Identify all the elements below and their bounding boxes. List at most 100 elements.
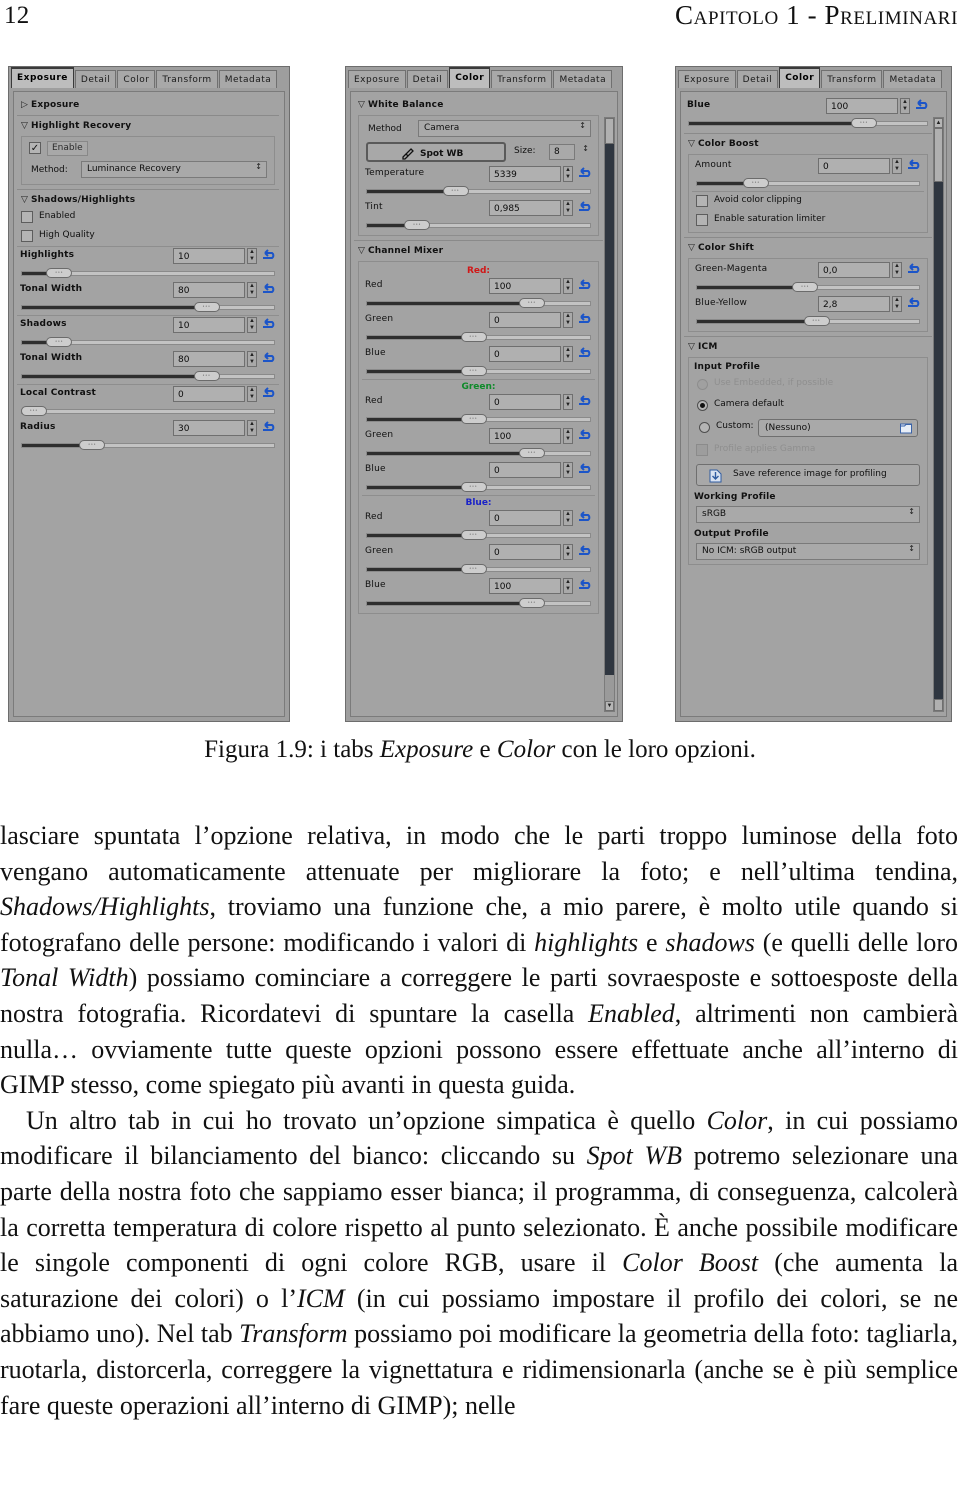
mixer-slider[interactable]: •••	[366, 297, 591, 309]
tab-metadata[interactable]: Metadata	[883, 70, 943, 88]
slider-knob[interactable]: •••	[193, 371, 220, 381]
highlights-stepper[interactable]: ▲ ▼	[247, 248, 257, 264]
scroll-up-button[interactable]: ▲	[934, 118, 943, 128]
mixer-slider[interactable]: •••	[366, 481, 591, 493]
tab-transform[interactable]: Transform	[156, 70, 218, 88]
chevron-down-icon[interactable]: ▽	[358, 100, 368, 110]
slider-knob[interactable]: •••	[792, 282, 819, 292]
local-contrast-slider[interactable]: •••	[21, 405, 275, 417]
slider-knob[interactable]: •••	[404, 220, 431, 230]
slider-knob[interactable]: •••	[193, 302, 220, 312]
slider-knob[interactable]: •••	[442, 186, 469, 196]
high-quality-checkbox[interactable]	[21, 230, 33, 242]
mixer-slider[interactable]: •••	[366, 413, 591, 425]
reset-icon[interactable]	[261, 387, 277, 400]
shadows-value[interactable]: 10	[173, 317, 245, 333]
tonal-width-slider-2[interactable]: •••	[21, 370, 275, 382]
chevron-right-icon[interactable]: ▷	[21, 100, 31, 110]
local-contrast-stepper[interactable]: ▲ ▼	[247, 386, 257, 402]
chevron-down-icon[interactable]: ▽	[688, 139, 698, 149]
size-value[interactable]: 8	[549, 144, 575, 160]
tonal-width-value-2[interactable]: 80	[173, 351, 245, 367]
working-profile-select[interactable]: sRGB ↕	[696, 506, 920, 523]
reset-icon[interactable]	[577, 347, 593, 360]
mixer-stepper[interactable]: ▲ ▼	[563, 510, 573, 526]
slider-knob[interactable]: •••	[743, 178, 770, 188]
panel3-scrollbar[interactable]: ▲	[933, 117, 944, 712]
reset-icon[interactable]	[577, 463, 593, 476]
reset-icon[interactable]	[261, 249, 277, 262]
radius-value[interactable]: 30	[173, 420, 245, 436]
tab-exposure[interactable]: Exposure	[348, 70, 406, 88]
amount-slider[interactable]: •••	[696, 177, 920, 189]
mixer-value[interactable]: 100	[489, 278, 561, 294]
slider-knob[interactable]: •••	[851, 118, 878, 128]
mixer-stepper[interactable]: ▲ ▼	[563, 578, 573, 594]
mixer-slider[interactable]: •••	[366, 563, 591, 575]
local-contrast-value[interactable]: 0	[173, 386, 245, 402]
wb-method-select[interactable]: Camera ↕	[418, 120, 591, 137]
tab-metadata[interactable]: Metadata	[553, 70, 613, 88]
highlights-value[interactable]: 10	[173, 248, 245, 264]
avoid-clipping-row[interactable]: Avoid color clipping	[692, 191, 924, 211]
temperature-stepper[interactable]: ▲ ▼	[563, 166, 573, 182]
slider-knob[interactable]: •••	[46, 337, 73, 347]
tonal-width-stepper-2[interactable]: ▲ ▼	[247, 351, 257, 367]
avoid-color-clipping-checkbox[interactable]	[696, 195, 708, 207]
scrollbar-trough[interactable]	[605, 144, 614, 675]
tint-stepper[interactable]: ▲ ▼	[563, 200, 573, 216]
group-exposure[interactable]: ▷ Exposure	[17, 95, 279, 116]
tab-color[interactable]: Color	[779, 67, 821, 88]
slider-knob[interactable]: •••	[519, 298, 545, 308]
tab-transform[interactable]: Transform	[491, 70, 553, 88]
reset-icon[interactable]	[261, 421, 277, 434]
mixer-slider[interactable]: •••	[366, 529, 591, 541]
mixer-slider[interactable]: •••	[366, 365, 591, 377]
blue-yellow-slider[interactable]: •••	[696, 315, 920, 327]
mixer-value[interactable]: 0	[489, 510, 561, 526]
saturation-limiter-row[interactable]: Enable saturation limiter	[692, 211, 924, 230]
mixer-stepper[interactable]: ▲ ▼	[563, 428, 573, 444]
chevron-updown-icon[interactable]: ↕	[582, 145, 589, 153]
slider-knob[interactable]: •••	[460, 564, 487, 574]
enable-checkbox[interactable]: ✓	[29, 142, 41, 154]
slider-knob[interactable]: •••	[460, 414, 487, 424]
slider-knob[interactable]: •••	[519, 598, 545, 608]
mixer-stepper[interactable]: ▲ ▼	[563, 346, 573, 362]
mixer-value[interactable]: 100	[489, 428, 561, 444]
chevron-down-icon[interactable]: ▽	[358, 246, 368, 256]
chevron-down-icon[interactable]: ▽	[688, 342, 698, 352]
method-row[interactable]: Method: Luminance Recovery ↕	[29, 161, 267, 180]
reset-icon[interactable]	[577, 167, 593, 180]
enabled-checkbox-row[interactable]: Enabled	[17, 208, 279, 227]
blue-yellow-value[interactable]: 2,8	[818, 296, 890, 312]
slider-knob[interactable]: •••	[460, 530, 487, 540]
mixer-slider[interactable]: •••	[366, 331, 591, 343]
camera-default-radio[interactable]	[697, 400, 708, 411]
chevron-down-icon[interactable]: ▽	[21, 195, 31, 205]
tab-transform[interactable]: Transform	[821, 70, 883, 88]
reset-icon[interactable]	[577, 579, 593, 592]
reset-icon[interactable]	[906, 263, 922, 276]
green-magenta-stepper[interactable]: ▲ ▼	[892, 262, 902, 278]
save-reference-image-button[interactable]: Save reference image for profiling	[696, 464, 920, 486]
reset-icon[interactable]	[577, 511, 593, 524]
tab-color[interactable]: Color	[117, 70, 156, 88]
slider-knob[interactable]: •••	[803, 316, 830, 326]
slider-knob[interactable]: •••	[79, 440, 106, 450]
spot-wb-button[interactable]: Spot WB	[366, 142, 506, 162]
mixer-value[interactable]: 0	[489, 544, 561, 560]
slider-knob[interactable]: •••	[46, 268, 73, 278]
mixer-value[interactable]: 0	[489, 462, 561, 478]
slider-knob[interactable]: •••	[460, 482, 487, 492]
mixer-stepper[interactable]: ▲ ▼	[563, 394, 573, 410]
reset-icon[interactable]	[261, 352, 277, 365]
scrollbar-thumb-bottom[interactable]	[934, 699, 943, 711]
scroll-down-button[interactable]: ▼	[605, 701, 614, 711]
custom-profile-select[interactable]: (Nessuno)	[758, 419, 918, 437]
blue-yellow-stepper[interactable]: ▲ ▼	[892, 296, 902, 312]
shadows-slider[interactable]: •••	[21, 336, 275, 348]
reset-icon[interactable]	[577, 279, 593, 292]
enable-checkbox-row[interactable]: ✓ Enable	[25, 139, 271, 159]
temperature-slider[interactable]: •••	[366, 185, 591, 197]
